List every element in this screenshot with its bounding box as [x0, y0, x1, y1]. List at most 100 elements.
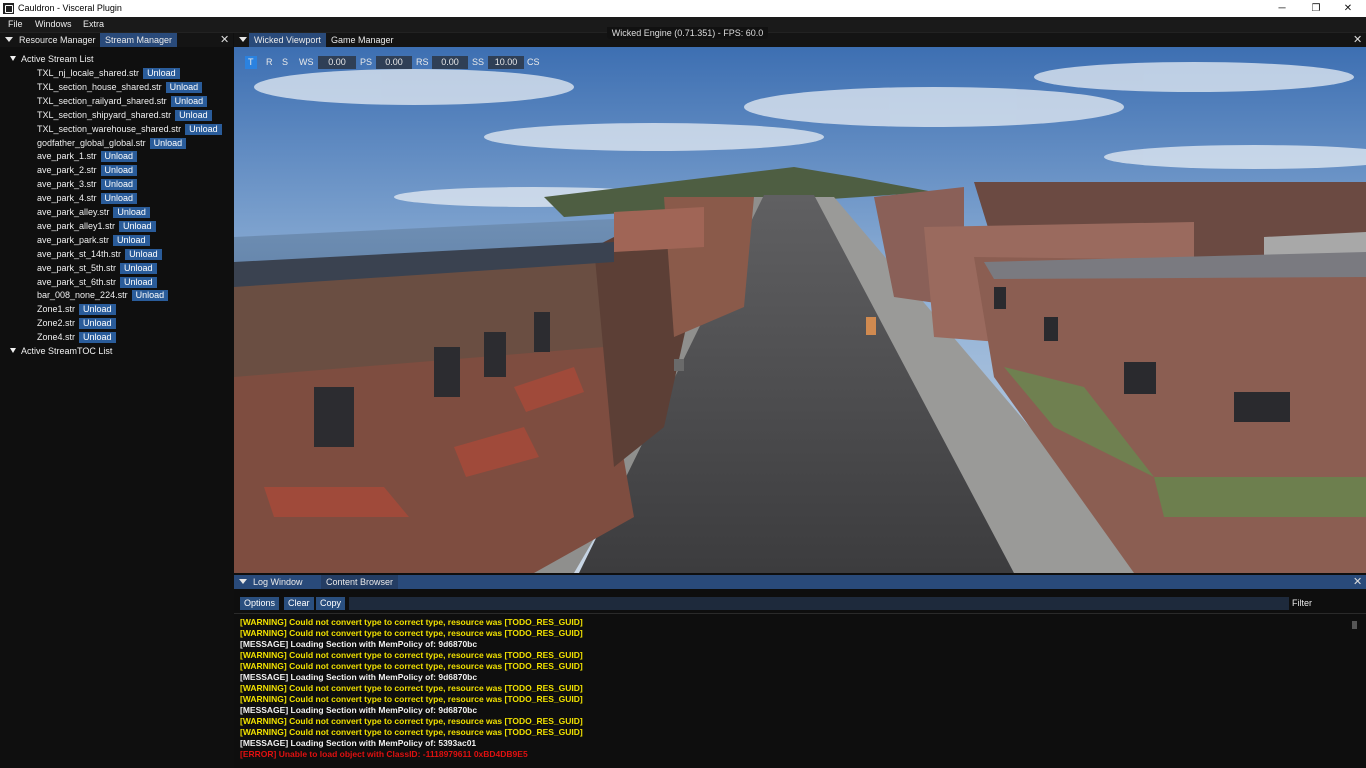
close-icon[interactable]: ✕ [220, 33, 229, 47]
translate-tool-button[interactable]: T [245, 56, 257, 69]
stream-name: ave_park_3.str [37, 179, 97, 190]
unload-button[interactable]: Unload [170, 95, 208, 107]
stream-row: ave_park_4.str Unload [37, 192, 138, 205]
unload-button[interactable]: Unload [100, 151, 138, 163]
stream-row: ave_park_2.str Unload [37, 164, 138, 177]
stream-row: TXL_section_railyard_shared.str Unload [37, 95, 208, 107]
ws-label: WS [299, 57, 314, 67]
log-line-warning: [WARNING] Could not convert type to corr… [240, 650, 583, 660]
unload-button[interactable]: Unload [149, 137, 187, 149]
log-line-message: [MESSAGE] Loading Section with MemPolicy… [240, 738, 477, 748]
wicked-viewport[interactable]: T R S WS 0.00 PS 0.00 RS 0.00 SS 10.00 C… [234, 47, 1366, 573]
tab-log-window[interactable]: Log Window [248, 575, 308, 589]
unload-button[interactable]: Unload [79, 332, 116, 344]
stream-name: godfather_global_global.str [37, 137, 146, 148]
filter-label: Filter [1292, 598, 1312, 608]
options-button[interactable]: Options [240, 597, 280, 610]
stream-row: ave_park_st_14th.str Unload [37, 248, 162, 260]
tab-stream-manager[interactable]: Stream Manager [100, 33, 178, 47]
tab-wicked-viewport[interactable]: Wicked Viewport [249, 33, 326, 47]
scene-render[interactable] [234, 47, 1366, 573]
unload-button[interactable]: Unload [143, 68, 180, 79]
log-line-warning: [WARNING] Could not convert type to corr… [240, 694, 583, 704]
unload-button[interactable]: Unload [79, 304, 116, 316]
stream-name: ave_park_alley.str [37, 207, 110, 217]
log-line-error: [ERROR] Unable to load object with Class… [240, 749, 528, 759]
window-title: Cauldron - Visceral Plugin [18, 3, 122, 13]
unload-button[interactable]: Unload [100, 193, 138, 205]
tab-content-browser[interactable]: Content Browser [321, 575, 399, 589]
stream-row: Zone2.str Unload [37, 317, 116, 330]
copy-button[interactable]: Copy [316, 597, 346, 610]
stream-name: TXL_section_house_shared.str [37, 81, 162, 92]
menu-windows[interactable]: Windows [35, 19, 72, 29]
unload-button[interactable]: Unload [185, 123, 222, 135]
unload-button[interactable]: Unload [125, 248, 162, 260]
unload-button[interactable]: Unload [165, 81, 203, 93]
close-window-button[interactable]: ✕ [1330, 0, 1366, 17]
stream-row: godfather_global_global.str Unload [37, 137, 187, 149]
log-scrollbar[interactable] [1352, 621, 1357, 629]
log-tabbar: Log Window Content Browser ✕ [234, 575, 1366, 589]
ss-field[interactable]: 10.00 [488, 56, 524, 69]
stream-name: ave_park_2.str [37, 165, 97, 176]
collapse-arrow-icon[interactable] [5, 37, 13, 42]
ps-field[interactable]: 0.00 [376, 56, 412, 69]
tab-game-manager[interactable]: Game Manager [326, 33, 399, 47]
stream-row: ave_park_3.str Unload [37, 178, 138, 191]
unload-button[interactable]: Unload [131, 290, 169, 302]
minimize-button[interactable]: ─ [1264, 0, 1300, 17]
log-line-warning: [WARNING] Could not convert type to corr… [240, 628, 583, 638]
clear-button[interactable]: Clear [284, 597, 314, 610]
tab-resource-manager[interactable]: Resource Manager [14, 33, 101, 47]
close-icon[interactable]: ✕ [1353, 575, 1362, 589]
stream-name: TXL_section_warehouse_shared.str [37, 123, 182, 134]
menu-file[interactable]: File [8, 19, 23, 29]
fps-overlay: Wicked Engine (0.71.351) - FPS: 60.0 [607, 27, 768, 39]
stream-name: TXL_section_railyard_shared.str [37, 95, 167, 106]
restore-button[interactable]: ❐ [1298, 0, 1334, 17]
expand-arrow-icon [10, 348, 16, 353]
tree-node-active-stream-list[interactable]: Active Stream List [10, 54, 94, 64]
unload-button[interactable]: Unload [100, 179, 138, 191]
stream-name: bar_008_none_224.str [37, 290, 128, 301]
stream-name: TXL_section_shipyard_shared.str [37, 109, 172, 120]
log-line-message: [MESSAGE] Loading Section with MemPolicy… [240, 705, 478, 715]
close-icon[interactable]: ✕ [1353, 33, 1362, 47]
unload-button[interactable]: Unload [119, 220, 156, 232]
stream-row: Zone4.str Unload [37, 331, 116, 344]
log-line-warning: [WARNING] Could not convert type to corr… [240, 617, 583, 627]
unload-button[interactable]: Unload [175, 109, 212, 121]
stream-row: bar_008_none_224.str Unload [37, 289, 169, 302]
collapse-arrow-icon[interactable] [239, 579, 247, 584]
menu-extra[interactable]: Extra [83, 19, 104, 29]
unload-button[interactable]: Unload [79, 318, 116, 330]
stream-name: Zone2.str [37, 318, 76, 329]
log-line-warning: [WARNING] Could not convert type to corr… [240, 661, 583, 671]
tree-node-label: Active StreamTOC List [21, 346, 113, 356]
stream-row: ave_park_1.str Unload [37, 150, 138, 163]
unload-button[interactable]: Unload [120, 262, 157, 274]
stream-row: Zone1.str Unload [37, 303, 116, 316]
unload-button[interactable]: Unload [100, 165, 138, 177]
rotate-tool-button[interactable]: R [263, 56, 276, 69]
scale-tool-button[interactable]: S [279, 56, 291, 69]
ws-field[interactable]: 0.00 [318, 56, 356, 69]
app-icon [3, 3, 14, 14]
unload-button[interactable]: Unload [113, 234, 150, 246]
viewport-tabbar: Wicked Viewport Game Manager ✕ [234, 33, 1366, 48]
rs-field[interactable]: 0.00 [432, 56, 468, 69]
collapse-arrow-icon[interactable] [239, 37, 247, 42]
log-line-warning: [WARNING] Could not convert type to corr… [240, 727, 583, 737]
unload-button[interactable]: Unload [120, 276, 157, 288]
stream-row: TXL_section_house_shared.str Unload [37, 81, 203, 93]
filter-input[interactable] [349, 597, 1289, 610]
stream-name: ave_park_st_5th.str [37, 262, 117, 273]
ps-label: PS [360, 57, 373, 67]
tree-node-active-streamtoc-list[interactable]: Active StreamTOC List [10, 346, 112, 356]
stream-name: ave_park_1.str [37, 151, 97, 162]
unload-button[interactable]: Unload [113, 207, 150, 218]
log-line-message: [MESSAGE] Loading Section with MemPolicy… [240, 672, 478, 682]
stream-row: TXL_nj_locale_shared.str Unload [37, 67, 180, 79]
ss-label: SS [472, 57, 485, 67]
